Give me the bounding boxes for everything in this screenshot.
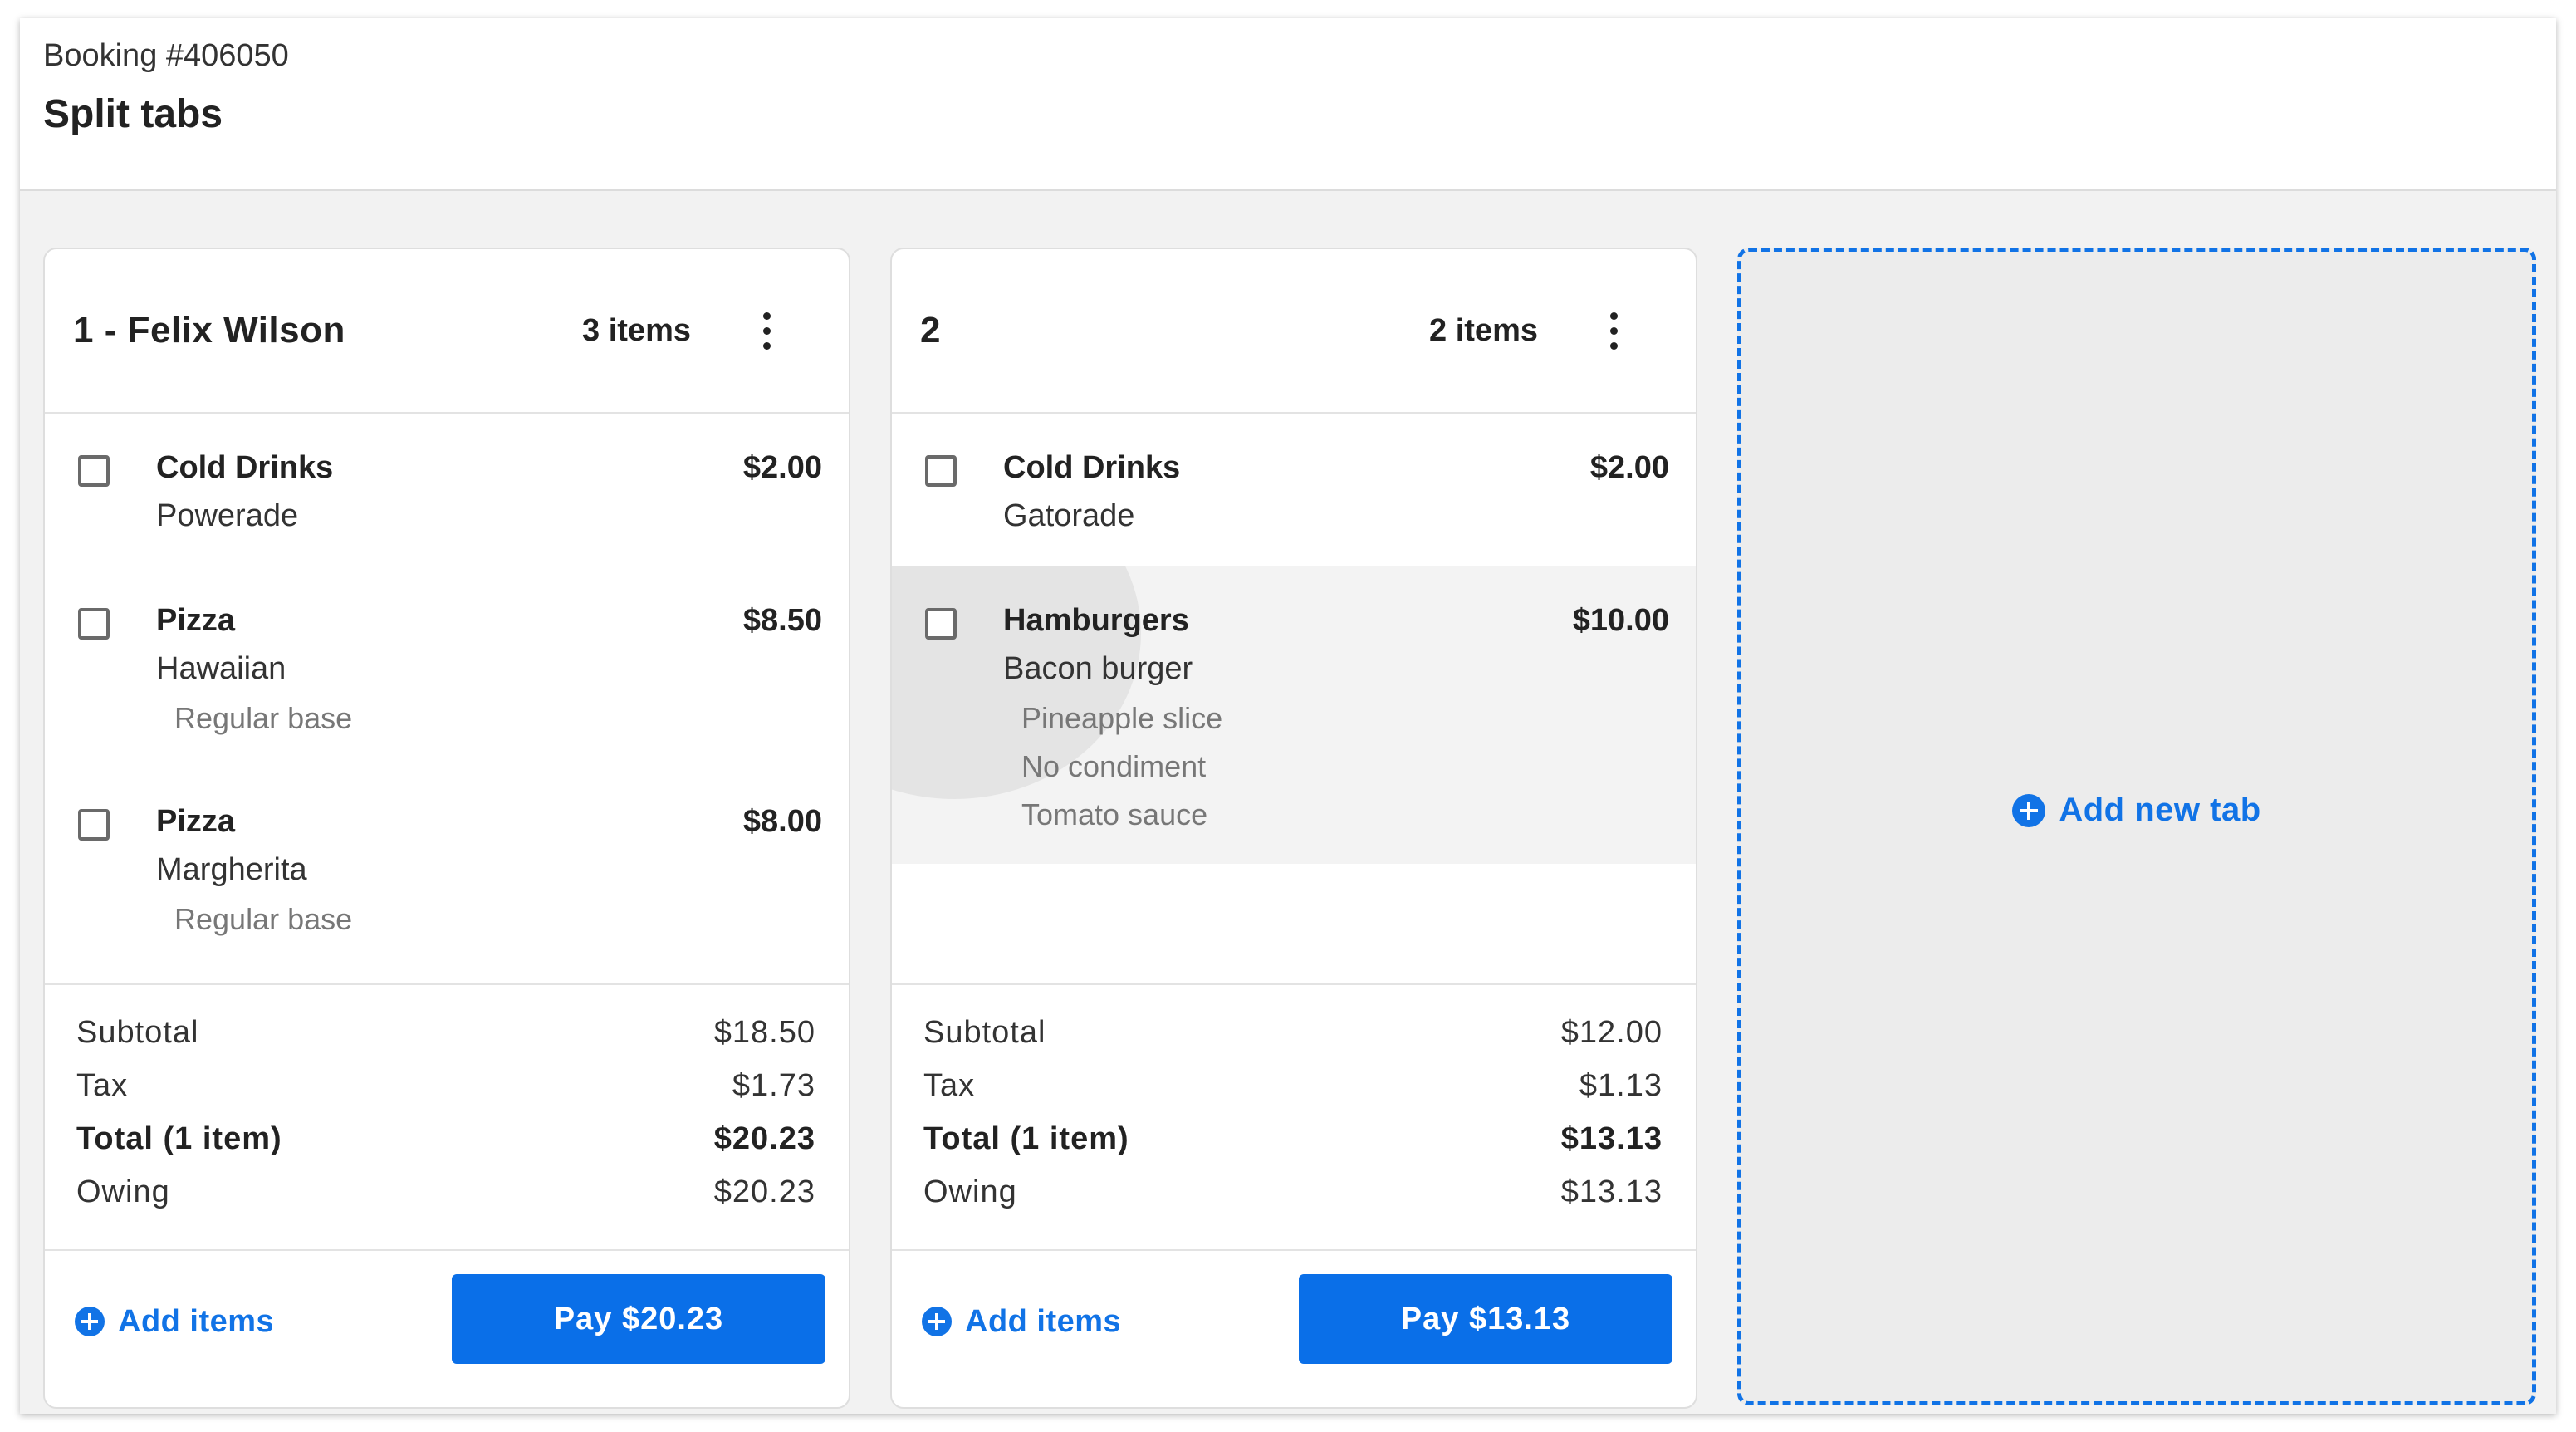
add-items-button[interactable]: Add items (75, 1301, 274, 1342)
item-price: $10.00 (1572, 603, 1669, 638)
item-checkbox[interactable] (78, 455, 110, 487)
owing-row: Owing $13.13 (923, 1175, 1663, 1216)
add-circle-icon (75, 1307, 105, 1336)
item-category: Hamburgers (1003, 603, 1189, 638)
total-value: $20.23 (713, 1121, 815, 1156)
item-category: Cold Drinks (1003, 450, 1181, 485)
tab-name: 1 - Felix Wilson (73, 310, 345, 351)
subtotal-value: $18.50 (713, 1015, 815, 1050)
list-item[interactable]: Pizza Hawaiian Regular base $8.50 (45, 566, 849, 767)
item-category: Pizza (156, 603, 236, 638)
subtotal-row: Subtotal $12.00 (923, 1015, 1663, 1057)
item-price: $8.00 (742, 804, 822, 839)
tab-item-list: Cold Drinks Gatorade $2.00 Hamburgers Ba… (892, 414, 1696, 985)
add-new-tab-content: Add new tab (1741, 792, 2532, 829)
owing-value: $20.23 (713, 1175, 815, 1209)
add-items-button[interactable]: Add items (922, 1301, 1121, 1342)
page-header: Booking #406050 Split tabs (20, 18, 2556, 191)
item-description: Powerade (156, 498, 299, 533)
add-new-tab-label: Add new tab (2059, 792, 2261, 828)
add-new-tab-button[interactable]: Add new tab (1737, 248, 2536, 1405)
tab-card-2: 2 2 items Cold Drinks Gatorade $2.00 Ham… (890, 248, 1697, 1409)
tax-row: Tax $1.73 (76, 1068, 815, 1110)
item-checkbox[interactable] (78, 608, 110, 640)
pay-button[interactable]: Pay $20.23 (452, 1274, 825, 1364)
add-circle-icon (922, 1307, 952, 1336)
total-label: Total (1 item) (923, 1121, 1129, 1156)
item-modifier: Regular base (174, 701, 353, 735)
page-title: Split tabs (43, 92, 223, 136)
add-circle-icon (2012, 793, 2046, 827)
item-modifier: Tomato sauce (1021, 797, 1208, 831)
tab-totals: Subtotal $12.00 Tax $1.13 Total (1 item)… (892, 983, 1696, 1251)
more-options-icon[interactable] (754, 311, 779, 352)
total-row: Total (1 item) $13.13 (923, 1121, 1663, 1163)
list-item[interactable]: Cold Drinks Gatorade $2.00 (892, 414, 1696, 566)
more-options-icon[interactable] (1601, 311, 1626, 352)
subtotal-value: $12.00 (1560, 1015, 1663, 1050)
item-description: Bacon burger (1003, 651, 1193, 686)
items-count: 2 items (1429, 313, 1538, 348)
item-category: Pizza (156, 804, 236, 839)
tab-totals: Subtotal $18.50 Tax $1.73 Total (1 item)… (45, 983, 849, 1251)
item-description: Gatorade (1003, 498, 1135, 533)
tab-card-header: 1 - Felix Wilson 3 items (45, 249, 849, 414)
owing-label: Owing (76, 1175, 170, 1209)
list-item-hovered[interactable]: Hamburgers Bacon burger Pineapple slice … (892, 566, 1696, 864)
list-item[interactable]: Cold Drinks Powerade $2.00 (45, 414, 849, 566)
split-tabs-window: Booking #406050 Split tabs 1 - Felix Wil… (20, 18, 2556, 1414)
item-description: Margherita (156, 852, 307, 887)
tab-card-header: 2 2 items (892, 249, 1696, 414)
item-modifier: Regular base (174, 902, 353, 936)
item-category: Cold Drinks (156, 450, 334, 485)
tax-label: Tax (76, 1068, 129, 1103)
item-checkbox[interactable] (78, 809, 110, 841)
owing-row: Owing $20.23 (76, 1175, 815, 1216)
tax-value: $1.13 (1579, 1068, 1663, 1103)
tax-value: $1.73 (732, 1068, 815, 1103)
items-count: 3 items (582, 313, 691, 348)
item-price: $2.00 (742, 450, 822, 485)
pay-button[interactable]: Pay $13.13 (1299, 1274, 1672, 1364)
tax-row: Tax $1.13 (923, 1068, 1663, 1110)
item-checkbox[interactable] (925, 455, 957, 487)
item-price: $8.50 (742, 603, 822, 638)
subtotal-label: Subtotal (76, 1015, 199, 1050)
owing-value: $13.13 (1560, 1175, 1663, 1209)
item-checkbox[interactable] (925, 608, 957, 640)
tab-card-1: 1 - Felix Wilson 3 items Cold Drinks Pow… (43, 248, 850, 1409)
add-items-label: Add items (118, 1303, 275, 1339)
tab-item-list: Cold Drinks Powerade $2.00 Pizza Hawaiia… (45, 414, 849, 985)
total-value: $13.13 (1560, 1121, 1663, 1156)
total-label: Total (1 item) (76, 1121, 282, 1156)
owing-label: Owing (923, 1175, 1017, 1209)
item-modifier: Pineapple slice (1021, 701, 1223, 735)
booking-number: Booking #406050 (43, 38, 289, 73)
item-modifier: No condiment (1021, 749, 1207, 783)
list-item[interactable]: Pizza Margherita Regular base $8.00 (45, 767, 849, 969)
add-items-label: Add items (965, 1303, 1122, 1339)
total-row: Total (1 item) $20.23 (76, 1121, 815, 1163)
item-description: Hawaiian (156, 651, 286, 686)
tax-label: Tax (923, 1068, 976, 1103)
item-price: $2.00 (1589, 450, 1669, 485)
subtotal-row: Subtotal $18.50 (76, 1015, 815, 1057)
subtotal-label: Subtotal (923, 1015, 1046, 1050)
tab-name: 2 (920, 310, 941, 351)
